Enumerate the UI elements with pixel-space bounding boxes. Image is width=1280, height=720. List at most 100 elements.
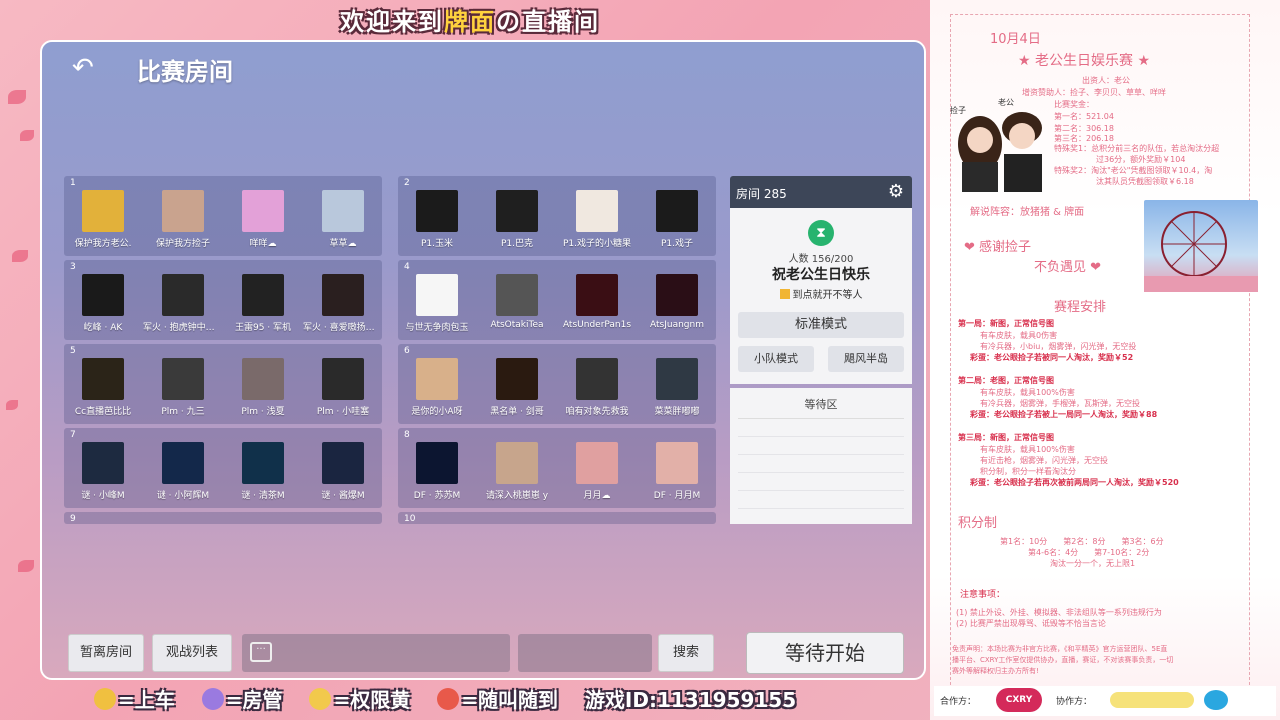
search-button[interactable]: 搜索	[658, 634, 714, 672]
team-member[interactable]: 草草☁	[303, 190, 383, 249]
mode-squad-button[interactable]: 小队模式	[738, 346, 814, 372]
member-name: 王雷95 · 军机	[234, 323, 292, 333]
back-icon[interactable]: ↶	[72, 54, 100, 82]
team-member[interactable]: 黑名单 · 剑哥	[477, 358, 557, 417]
room-note: 到点就开不等人	[730, 286, 912, 301]
avatar	[82, 190, 124, 232]
member-name: DF · 月月M	[653, 491, 701, 501]
avatar	[576, 442, 618, 484]
schedule-panel: 10月4日 ★ 老公生日娱乐赛 ★ 出资人：老公 增资赞助人：捡子、李贝贝、草草…	[930, 0, 1280, 720]
event-date: 10月4日	[990, 32, 1041, 47]
chat-input[interactable]: ···	[242, 634, 510, 672]
member-name: 屹峰 · AK	[83, 323, 123, 333]
team-member[interactable]: Cc直播芭比比	[63, 358, 143, 417]
member-name: 与世无争肉包玉	[405, 323, 469, 333]
spectate-list-button[interactable]: 观战列表	[152, 634, 232, 672]
member-name: AtsUnderPan1s	[562, 320, 632, 330]
avatar	[656, 358, 698, 400]
team-member[interactable]: P1.玉米	[397, 190, 477, 249]
member-name: 谜 · 小阿辉M	[156, 491, 210, 501]
team-member[interactable]: 军火 · 喜爱嗷扬巴瓦别哥	[303, 274, 383, 333]
team-slot[interactable]: 2 P1.玉米 P1.巴克 P1.戏子的小糖果 P1.戏子	[398, 176, 716, 256]
room-info: ⧗ 人数 156/200 祝老公生日快乐 到点就开不等人 标准模式 小队模式 飓…	[730, 208, 912, 384]
team-member[interactable]: 屹峰 · AK	[63, 274, 143, 333]
team-member[interactable]: AtsOtakiTea	[477, 274, 557, 330]
avatar	[496, 442, 538, 484]
sponsor-logo	[1110, 692, 1194, 708]
member-name: AtsOtakiTea	[490, 320, 544, 330]
team-member[interactable]: 保护我方老公.	[63, 190, 143, 249]
team-member[interactable]: 菜菜胖嘟嘟	[637, 358, 717, 417]
member-name: 谜 · 酱爆M	[321, 491, 365, 501]
team-member[interactable]: Plm · 九三	[143, 358, 223, 417]
avatar	[82, 442, 124, 484]
team-member[interactable]: P1.巴克	[477, 190, 557, 249]
member-name: 军火 · 抱虎钟中很苍鸭	[143, 323, 223, 333]
cxry-logo: CXRY	[996, 688, 1042, 712]
map-button[interactable]: 飓风半岛	[828, 346, 904, 372]
team-member[interactable]: 月月☁	[557, 442, 637, 501]
avatar	[162, 274, 204, 316]
team-member[interactable]: 谜 · 清茶M	[223, 442, 303, 501]
member-name: 谜 · 小峰M	[81, 491, 125, 501]
team-member[interactable]: Plm · 小哇塞	[303, 358, 383, 417]
game-id: 游戏ID:1131959155	[584, 688, 797, 712]
hourglass-icon: ⧗	[808, 220, 834, 246]
team-slot[interactable]: 4 与世无争肉包玉 AtsOtakiTea AtsUnderPan1s AtsJuang…	[398, 260, 716, 340]
member-name: 谜 · 清茶M	[241, 491, 285, 501]
avatar	[162, 358, 204, 400]
team-member[interactable]: 军火 · 抱虎钟中很苍鸭	[143, 274, 223, 333]
avatar	[322, 190, 364, 232]
team-member[interactable]: 咩咩☁	[223, 190, 303, 249]
team-member[interactable]: AtsJuangnm	[637, 274, 717, 330]
ferris-wheel-image	[1144, 200, 1258, 292]
afk-room-button[interactable]: 暂离房间	[68, 634, 144, 672]
avatar	[416, 274, 458, 316]
mode-standard-button[interactable]: 标准模式	[738, 312, 904, 338]
gear-icon[interactable]: ⚙	[888, 181, 904, 202]
team-member[interactable]: AtsUnderPan1s	[557, 274, 637, 330]
team-member[interactable]: 谜 · 小阿辉M	[143, 442, 223, 501]
team-slot[interactable]: 3 屹峰 · AK 军火 · 抱虎钟中很苍鸭 王雷95 · 军机 军火 · 喜爱嗷扬巴瓦…	[63, 260, 383, 340]
member-name: AtsJuangnm	[650, 320, 704, 330]
team-slot[interactable]: 8 DF · 苏苏M 请深入桃崽崽 y 月月☁ DF · 月月M	[398, 428, 716, 508]
team-slot[interactable]: 10	[398, 512, 716, 524]
team-slot[interactable]: 1 保护我方老公. 保护我方捡子 咩咩☁ 草草☁	[64, 176, 382, 256]
team-slot[interactable]: 7 谜 · 小峰M 谜 · 小阿辉M 谜 · 清茶M 谜 · 酱爆M	[64, 428, 382, 508]
team-member[interactable]: 王雷95 · 军机	[223, 274, 303, 333]
team-number: 7	[70, 430, 76, 440]
team-slot[interactable]: 9	[64, 512, 382, 524]
team-slot[interactable]: 6 是你的小A呀 黑名单 · 剑哥 咱有对象先救我 菜菜胖嘟嘟	[398, 344, 716, 424]
member-name: 是你的小A呀	[411, 407, 463, 417]
team-member[interactable]: 谜 · 小峰M	[63, 442, 143, 501]
member-name: 咩咩☁	[249, 239, 277, 249]
team-member[interactable]: P1.戏子的小糖果	[557, 190, 637, 249]
start-button[interactable]: 等待开始	[746, 632, 904, 674]
team-member[interactable]: 请深入桃崽崽 y	[477, 442, 557, 501]
team-member[interactable]: 咱有对象先救我	[557, 358, 637, 417]
member-name: 军火 · 喜爱嗷扬巴瓦别哥	[303, 323, 383, 333]
event-title: ★ 老公生日娱乐赛 ★	[1018, 53, 1151, 69]
game-window: ↶ 比赛房间 1 保护我方老公. 保护我方捡子 咩咩☁ 草草☁ 2 P1.玉米 P1.巴克 P1…	[40, 40, 926, 680]
team-slot[interactable]: 5 Cc直播芭比比 Plm · 九三 Plm · 浅夏 Plm · 小哇塞	[64, 344, 382, 424]
member-name: Plm · 小哇塞	[316, 407, 370, 417]
team-member[interactable]: 与世无争肉包玉	[397, 274, 477, 333]
admin-icon	[201, 688, 224, 710]
avatar	[656, 442, 698, 484]
team-member[interactable]: Plm · 浅夏	[223, 358, 303, 417]
search-input[interactable]	[518, 634, 652, 672]
chat-icon: ···	[250, 642, 272, 662]
team-member[interactable]: 是你的小A呀	[397, 358, 477, 417]
team-number: 8	[404, 430, 410, 440]
game-header: ↶ 比赛房间	[42, 42, 924, 94]
team-member[interactable]: P1.戏子	[637, 190, 717, 249]
team-member[interactable]: 保护我方捡子	[143, 190, 223, 249]
team-member[interactable]: 谜 · 酱爆M	[303, 442, 383, 501]
team-number: 4	[404, 262, 410, 272]
team-member[interactable]: DF · 月月M	[637, 442, 717, 501]
team-number: 5	[70, 346, 76, 356]
avatar	[416, 442, 458, 484]
member-name: 请深入桃崽崽 y	[485, 491, 549, 501]
avatar	[322, 442, 364, 484]
team-member[interactable]: DF · 苏苏M	[397, 442, 477, 501]
